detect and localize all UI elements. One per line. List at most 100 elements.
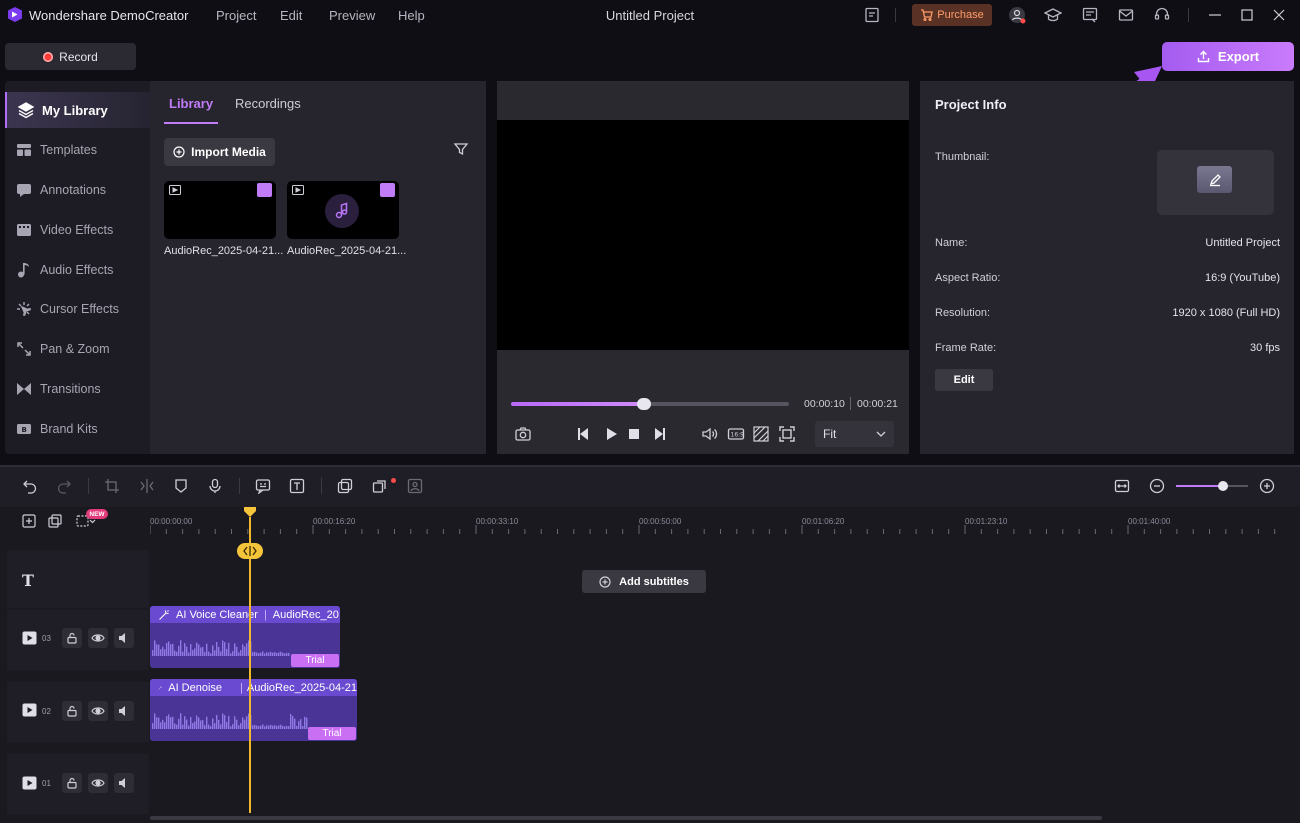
lock-icon[interactable] <box>62 628 82 648</box>
trial-badge[interactable]: Trial <box>291 654 339 667</box>
purchase-button[interactable]: Purchase <box>912 4 992 26</box>
waveform-bar <box>174 723 176 729</box>
sidebar-item-label: Transitions <box>40 382 101 396</box>
menu-preview[interactable]: Preview <box>329 8 375 23</box>
add-subtitles-button[interactable]: Add subtitles <box>582 570 706 593</box>
sidebar-item-audio-effects[interactable]: Audio Effects <box>5 252 150 288</box>
waveform-bar <box>172 643 174 656</box>
speaker-icon[interactable] <box>114 773 134 793</box>
lock-icon[interactable] <box>62 701 82 721</box>
fullscreen-icon[interactable] <box>778 425 796 443</box>
stop-icon[interactable] <box>625 425 643 443</box>
minimize-icon[interactable] <box>1206 6 1224 24</box>
sidebar-item-label: Pan & Zoom <box>40 342 110 356</box>
timeline-zoom-slider[interactable] <box>1176 481 1248 491</box>
next-frame-icon[interactable] <box>650 425 668 443</box>
playhead-split-handle[interactable] <box>237 543 263 559</box>
group-icon[interactable] <box>337 478 353 494</box>
menu-help[interactable]: Help <box>398 8 425 23</box>
previous-frame-icon[interactable] <box>575 425 593 443</box>
waveform-bar <box>182 651 184 656</box>
eye-icon[interactable] <box>88 628 108 648</box>
playback-scrubber[interactable] <box>511 398 789 410</box>
feedback-icon[interactable] <box>1081 6 1099 24</box>
account-icon[interactable] <box>1008 6 1026 24</box>
mail-icon[interactable] <box>1117 6 1135 24</box>
person-frame-icon[interactable] <box>407 478 423 494</box>
sidebar-item-templates[interactable]: Templates <box>5 132 150 168</box>
audio-clip[interactable]: AI Denoise | AudioRec_2025-04-21 Trial <box>150 679 357 741</box>
microphone-icon[interactable] <box>207 478 223 494</box>
lock-icon[interactable] <box>62 773 82 793</box>
sidebar-item-pan-zoom[interactable]: Pan & Zoom <box>5 331 150 367</box>
tutorial-icon[interactable] <box>1044 6 1062 24</box>
waveform-bar <box>170 717 172 729</box>
audio-clip[interactable]: AI Voice Cleaner | AudioRec_20 Trial <box>150 606 340 668</box>
frame-rate-value: 30 fps <box>1250 342 1280 354</box>
waveform-bar <box>236 646 238 656</box>
safe-zone-icon[interactable] <box>752 425 770 443</box>
edit-project-button[interactable]: Edit <box>935 369 993 391</box>
zoom-in-icon[interactable] <box>1259 478 1275 494</box>
waveform-bar <box>214 723 216 729</box>
snapshot-icon[interactable] <box>514 425 532 443</box>
zoom-progress <box>1176 485 1223 487</box>
maximize-icon[interactable] <box>1238 6 1256 24</box>
speaker-icon[interactable] <box>114 628 134 648</box>
waveform-bar <box>238 652 240 656</box>
close-icon[interactable] <box>1270 6 1288 24</box>
support-icon[interactable] <box>1153 6 1171 24</box>
menu-edit[interactable]: Edit <box>280 8 302 23</box>
sidebar-item-brand-kits[interactable]: B Brand Kits <box>5 411 150 447</box>
import-media-button[interactable]: Import Media <box>164 138 275 166</box>
fit-dropdown[interactable]: Fit <box>815 421 894 447</box>
waveform-bar <box>266 652 268 656</box>
waveform-bar <box>186 646 188 656</box>
menu-project[interactable]: Project <box>216 8 256 23</box>
add-track-icon[interactable] <box>22 514 36 528</box>
edit-thumbnail-icon[interactable] <box>1197 166 1232 193</box>
split-icon[interactable] <box>139 478 155 494</box>
multi-track-icon[interactable] <box>372 478 388 494</box>
export-button[interactable]: Export <box>1162 42 1294 71</box>
record-button[interactable]: Record <box>5 43 136 70</box>
eye-icon[interactable] <box>88 701 108 721</box>
timeline-horizontal-scrollbar[interactable] <box>150 816 1102 820</box>
add-subtitles-label: Add subtitles <box>619 575 689 588</box>
waveform-bar <box>276 726 278 729</box>
project-info-panel <box>920 81 1294 454</box>
filter-icon[interactable] <box>453 141 469 157</box>
volume-icon[interactable] <box>701 425 719 443</box>
eye-icon[interactable] <box>88 773 108 793</box>
caption-icon[interactable] <box>255 478 271 494</box>
divider <box>239 478 240 494</box>
tab-library[interactable]: Library <box>169 96 213 111</box>
sidebar-item-my-library[interactable]: My Library <box>5 92 150 128</box>
scrubber-handle[interactable] <box>637 398 652 410</box>
aspect-ratio-icon[interactable]: 16:9 <box>727 425 745 443</box>
fit-timeline-icon[interactable] <box>1114 478 1130 494</box>
crop-icon[interactable] <box>104 478 120 494</box>
undo-icon[interactable] <box>22 478 38 494</box>
sidebar-item-transitions[interactable]: Transitions <box>5 371 150 407</box>
zoom-handle[interactable] <box>1217 481 1228 491</box>
trial-badge[interactable]: Trial <box>308 727 356 740</box>
zoom-out-icon[interactable] <box>1149 478 1165 494</box>
speaker-icon[interactable] <box>114 701 134 721</box>
text-icon[interactable] <box>289 478 305 494</box>
duplicate-track-icon[interactable] <box>48 514 62 528</box>
sidebar-item-annotations[interactable]: Annotations <box>5 172 150 208</box>
clip-name: AudioRec_2025-04-21 <box>246 681 357 694</box>
play-icon[interactable] <box>602 425 620 443</box>
playhead-line[interactable] <box>249 517 251 813</box>
notes-icon[interactable] <box>863 6 881 24</box>
magic-wand-icon <box>158 685 162 690</box>
redo-icon[interactable] <box>56 478 72 494</box>
waveform-bar <box>200 647 202 656</box>
waveform-bar <box>160 722 162 729</box>
sidebar-item-video-effects[interactable]: Video Effects <box>5 212 150 248</box>
marker-icon[interactable] <box>173 478 189 494</box>
sidebar-item-cursor-effects[interactable]: Cursor Effects <box>5 291 150 327</box>
tab-recordings[interactable]: Recordings <box>235 96 301 111</box>
playhead-top-icon[interactable] <box>243 507 257 517</box>
